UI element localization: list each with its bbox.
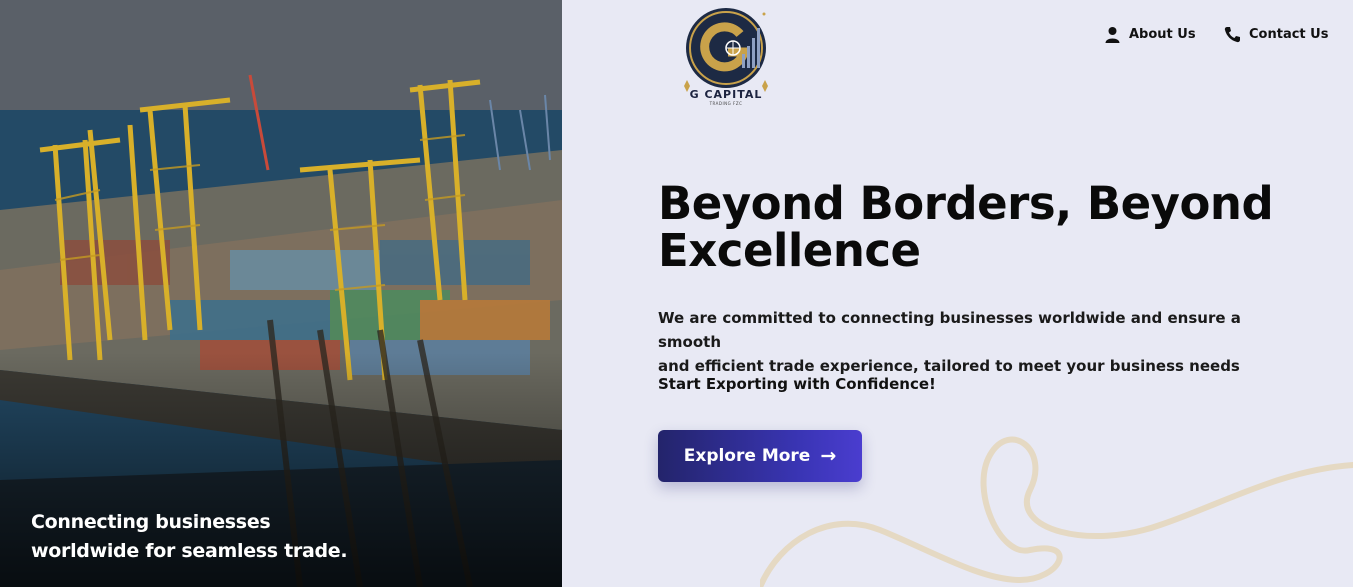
nav-about-label: About Us	[1129, 27, 1196, 42]
user-icon	[1105, 27, 1120, 43]
page-headline: Beyond Borders, Beyond Excellence	[658, 180, 1278, 274]
brand-subtitle: TRADING FZC	[709, 101, 743, 106]
tagline: Start Exporting with Confidence!	[658, 375, 936, 393]
nav-contact-label: Contact Us	[1249, 27, 1329, 42]
brand-name: G CAPITAL	[689, 88, 763, 101]
headline-line1: Beyond Borders, Beyond	[658, 177, 1274, 230]
nav-contact-us[interactable]: Contact Us	[1224, 26, 1328, 43]
hero-port-image: Connecting businesses worldwide for seam…	[0, 0, 562, 587]
arrow-right-icon: →	[820, 445, 837, 467]
lead-paragraph: We are committed to connecting businesse…	[658, 306, 1268, 378]
port-cranes-illustration	[0, 0, 562, 587]
explore-more-label: Explore More	[683, 446, 811, 466]
hero-caption-line2: worldwide for seamless trade.	[31, 540, 348, 562]
explore-more-button[interactable]: Explore More →	[658, 430, 862, 482]
headline-line2: Excellence	[658, 224, 921, 277]
lead-line1: We are committed to connecting businesse…	[658, 309, 1241, 351]
nav-about-us[interactable]: About Us	[1104, 26, 1196, 43]
phone-icon	[1224, 27, 1240, 43]
hero-caption: Connecting businesses worldwide for seam…	[31, 508, 361, 566]
hero-caption-line1: Connecting businesses	[31, 511, 271, 533]
